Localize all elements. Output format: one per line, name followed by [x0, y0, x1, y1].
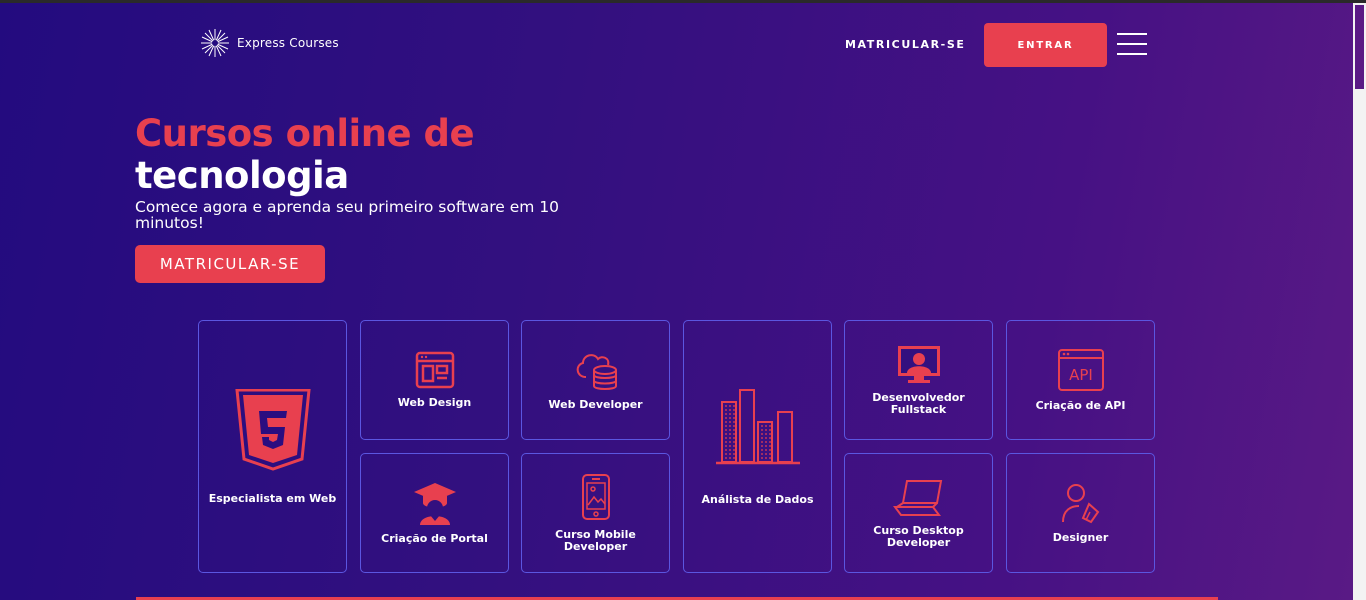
- course-label: Designer: [1052, 531, 1109, 544]
- scrollbar-thumb[interactable]: [1355, 5, 1364, 89]
- course-label: Web Design: [397, 396, 472, 409]
- designer-pen-icon: [1061, 484, 1099, 524]
- course-card-designer[interactable]: Designer: [1006, 453, 1155, 573]
- course-card-web-design[interactable]: Web Design: [360, 320, 509, 440]
- hero-title: Cursos online de tecnologia: [135, 112, 475, 197]
- laptop-icon: [892, 480, 942, 516]
- course-label: Criação de API: [1035, 399, 1126, 412]
- logo-text: Express Courses: [237, 36, 339, 50]
- hero-title-line1: Cursos online de: [135, 112, 475, 155]
- course-label: Desenvolvedor Fullstack: [872, 391, 965, 416]
- hero-subtitle: Comece agora e aprenda seu primeiro soft…: [135, 198, 560, 232]
- course-card-desktop[interactable]: Curso Desktop Developer: [844, 453, 993, 573]
- bar-chart-icon: [715, 388, 800, 464]
- window-top-border: [0, 0, 1366, 3]
- scrollbar[interactable]: [1353, 3, 1366, 600]
- menu-hamburger-icon[interactable]: [1117, 33, 1147, 55]
- sparkle-logo-icon: [201, 29, 229, 57]
- course-label: Curso Mobile Developer: [555, 528, 636, 553]
- course-card-especialista-web[interactable]: Especialista em Web: [198, 320, 347, 573]
- login-button[interactable]: ENTRAR: [984, 23, 1107, 67]
- course-label: Criação de Portal: [381, 532, 488, 545]
- web-layout-icon: [415, 351, 454, 389]
- html5-icon: [234, 388, 311, 471]
- course-card-analista-dados[interactable]: Análista de Dados: [683, 320, 832, 573]
- api-window-icon: API: [1057, 349, 1104, 391]
- course-label: Curso Desktop Developer: [873, 524, 964, 549]
- hero-enroll-button[interactable]: MATRICULAR-SE: [135, 245, 325, 283]
- course-label: Análista de Dados: [701, 492, 814, 506]
- course-label: Web Developer: [548, 398, 643, 411]
- monitor-user-icon: [897, 346, 940, 383]
- course-card-web-developer[interactable]: Web Developer: [521, 320, 670, 440]
- logo[interactable]: Express Courses: [199, 27, 339, 59]
- course-card-mobile[interactable]: Curso Mobile Developer: [521, 453, 670, 573]
- graduate-icon: [413, 483, 456, 525]
- course-label: Especialista em Web: [208, 491, 337, 505]
- cloud-database-icon: [576, 354, 617, 390]
- svg-text:API: API: [1069, 366, 1093, 384]
- nav-enroll-link[interactable]: MATRICULAR-SE: [845, 38, 965, 51]
- page: Express Courses MATRICULAR-SE ENTRAR Cur…: [0, 0, 1366, 600]
- course-card-criacao-api[interactable]: API Criação de API: [1006, 320, 1155, 440]
- mobile-phone-icon: [581, 474, 610, 520]
- course-card-criacao-portal[interactable]: Criação de Portal: [360, 453, 509, 573]
- hero-title-line2: tecnologia: [135, 154, 349, 197]
- course-card-fullstack[interactable]: Desenvolvedor Fullstack: [844, 320, 993, 440]
